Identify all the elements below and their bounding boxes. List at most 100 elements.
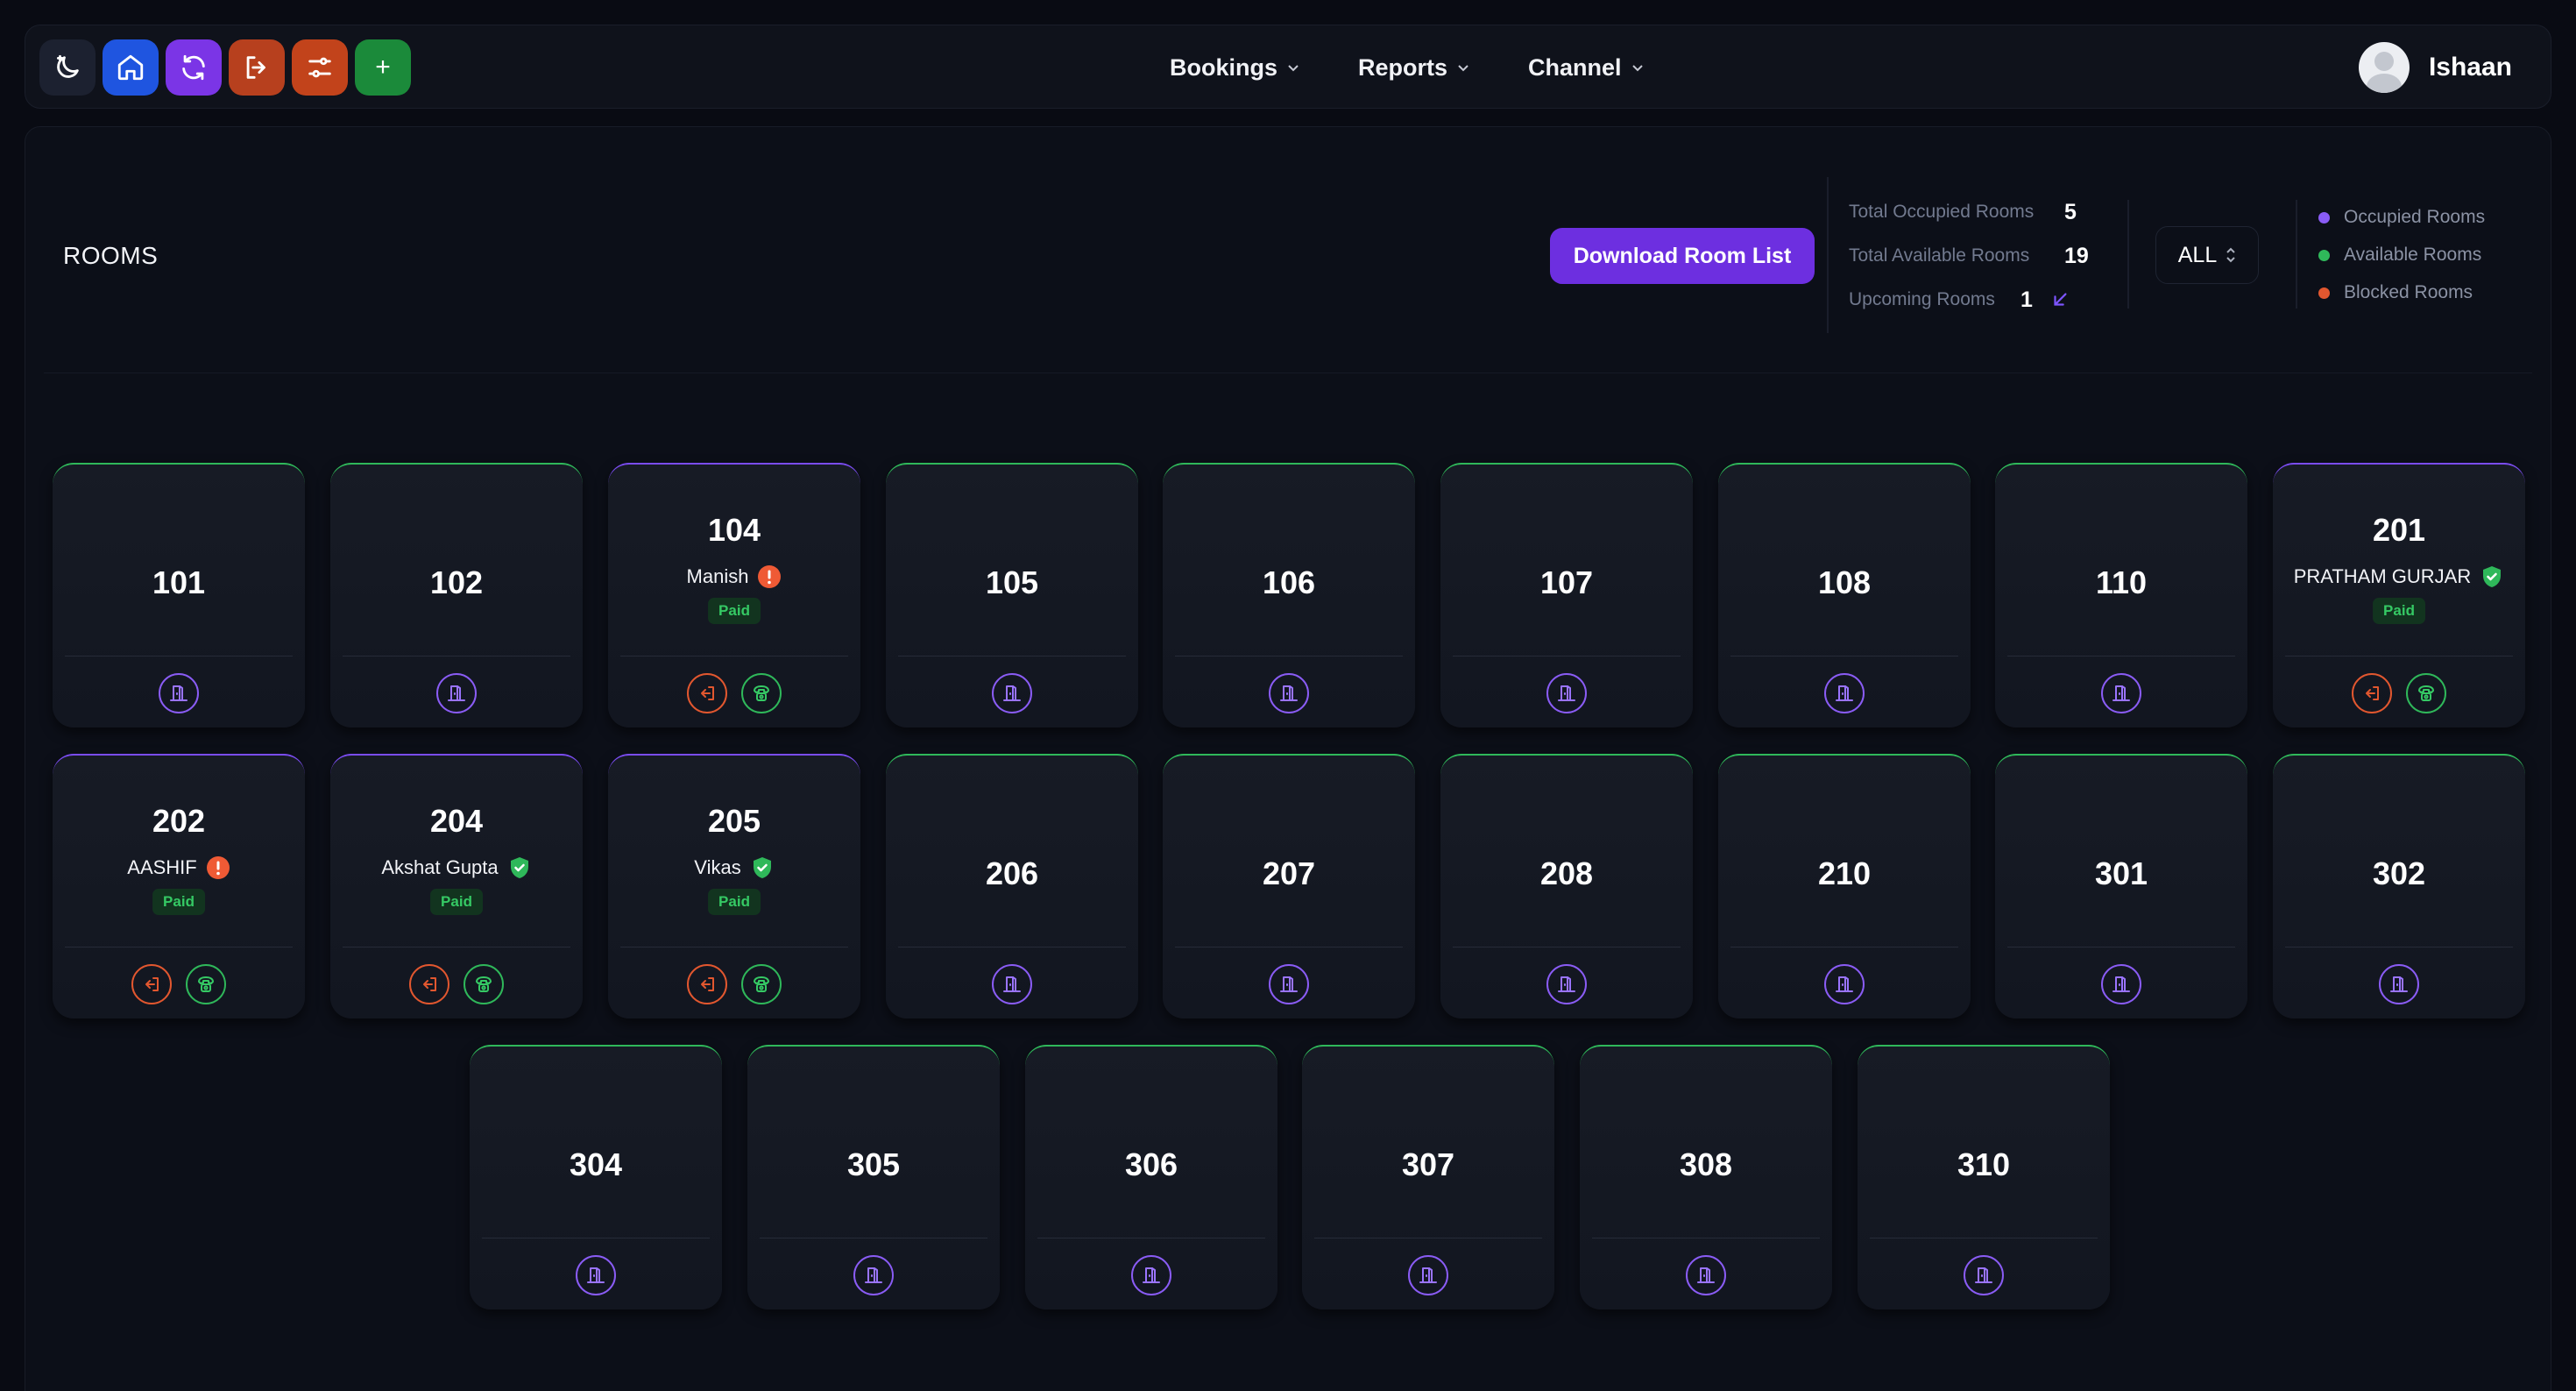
- room-card-202[interactable]: 202 AASHIF Paid: [53, 754, 305, 1018]
- legend-blocked: Blocked Rooms: [2318, 282, 2473, 303]
- room-card-305[interactable]: 305: [747, 1045, 1000, 1309]
- room-filter-select[interactable]: ALL: [2155, 226, 2259, 284]
- room-card-306[interactable]: 306: [1025, 1045, 1277, 1309]
- book-room-button[interactable]: [436, 673, 477, 713]
- book-room-button[interactable]: [2101, 673, 2141, 713]
- logout-button[interactable]: [229, 39, 285, 96]
- contact-guest-button[interactable]: [464, 964, 504, 1004]
- room-actions: [608, 964, 860, 1004]
- room-card-106[interactable]: 106: [1163, 463, 1415, 727]
- refresh-icon: [182, 54, 205, 81]
- book-room-button[interactable]: [853, 1255, 894, 1295]
- contact-guest-button[interactable]: [741, 964, 782, 1004]
- book-room-button[interactable]: [1546, 964, 1587, 1004]
- filter-settings-button[interactable]: [292, 39, 348, 96]
- book-room-button[interactable]: [1269, 673, 1309, 713]
- legend-dot-blocked: [2318, 287, 2330, 299]
- contact-guest-button[interactable]: [186, 964, 226, 1004]
- room-filter-value: ALL: [2177, 242, 2218, 267]
- book-room-button[interactable]: [1824, 964, 1865, 1004]
- book-room-button[interactable]: [1964, 1255, 2004, 1295]
- contact-guest-button[interactable]: [741, 673, 782, 713]
- checkout-button[interactable]: [687, 673, 727, 713]
- home-button[interactable]: [103, 39, 159, 96]
- room-card-201[interactable]: 201 PRATHAM GURJAR Paid: [2273, 463, 2525, 727]
- payment-status-badge: Paid: [152, 889, 205, 915]
- book-room-button[interactable]: [992, 964, 1032, 1004]
- room-number: 302: [2372, 855, 2426, 891]
- room-card-208[interactable]: 208: [1440, 754, 1693, 1018]
- checkout-button[interactable]: [2352, 673, 2392, 713]
- theme-toggle-button[interactable]: [39, 39, 96, 96]
- menu-channel[interactable]: Channel: [1528, 54, 1645, 82]
- book-room-button[interactable]: [1408, 1255, 1448, 1295]
- room-actions: [1440, 673, 1693, 713]
- menu-reports-label: Reports: [1358, 53, 1448, 81]
- room-card-107[interactable]: 107: [1440, 463, 1693, 727]
- room-number: 106: [1262, 564, 1316, 600]
- user-menu[interactable]: Ishaan: [2358, 39, 2512, 96]
- menu-bookings[interactable]: Bookings: [1170, 54, 1300, 82]
- book-room-button[interactable]: [1131, 1255, 1171, 1295]
- stat-upcoming-label: Upcoming Rooms: [1849, 289, 1995, 309]
- room-card-301[interactable]: 301: [1995, 754, 2247, 1018]
- room-actions: [53, 964, 305, 1004]
- book-room-button[interactable]: [1546, 673, 1587, 713]
- stat-occupied-label: Total Occupied Rooms: [1849, 202, 2035, 222]
- room-card-104[interactable]: 104 Manish Paid: [608, 463, 860, 727]
- room-card-108[interactable]: 108: [1718, 463, 1971, 727]
- room-card-204[interactable]: 204 Akshat Gupta Paid: [330, 754, 583, 1018]
- room-card-307[interactable]: 307: [1302, 1045, 1554, 1309]
- room-card-205[interactable]: 205 Vikas Paid: [608, 754, 860, 1018]
- room-number: 308: [1679, 1146, 1733, 1182]
- avatar[interactable]: [2358, 42, 2410, 93]
- checkout-button[interactable]: [409, 964, 449, 1004]
- room-actions: [1302, 1255, 1554, 1295]
- room-actions: [1995, 673, 2247, 713]
- room-card-206[interactable]: 206: [886, 754, 1138, 1018]
- door-icon: [1836, 685, 1853, 701]
- book-room-button[interactable]: [2101, 964, 2141, 1004]
- plus-icon: +: [375, 53, 391, 82]
- room-card-102[interactable]: 102: [330, 463, 583, 727]
- room-number: 101: [152, 564, 206, 600]
- room-card-101[interactable]: 101: [53, 463, 305, 727]
- download-room-list-button[interactable]: Download Room List: [1550, 228, 1815, 284]
- main-menu: Bookings Reports Channel: [1170, 25, 1645, 110]
- shield-check-icon: [510, 857, 528, 878]
- room-card-304[interactable]: 304: [470, 1045, 722, 1309]
- stat-available: Total Available Rooms 19: [1849, 238, 2089, 273]
- book-room-button[interactable]: [1269, 964, 1309, 1004]
- home-icon: [117, 54, 144, 81]
- guest-info: Akshat Gupta: [330, 855, 583, 880]
- room-card-308[interactable]: 308: [1580, 1045, 1832, 1309]
- room-card-210[interactable]: 210: [1718, 754, 1971, 1018]
- book-room-button[interactable]: [2379, 964, 2419, 1004]
- room-card-110[interactable]: 110: [1995, 463, 2247, 727]
- room-card-310[interactable]: 310: [1858, 1045, 2110, 1309]
- menu-reports[interactable]: Reports: [1358, 54, 1470, 82]
- checkout-button[interactable]: [131, 964, 172, 1004]
- door-icon: [1003, 685, 1021, 701]
- room-actions: [330, 964, 583, 1004]
- door-icon: [865, 1267, 882, 1283]
- arrow-down-left-icon[interactable]: [2050, 290, 2070, 309]
- refresh-button[interactable]: [166, 39, 222, 96]
- contact-guest-button[interactable]: [2406, 673, 2446, 713]
- book-room-button[interactable]: [1686, 1255, 1726, 1295]
- room-number: 204: [429, 803, 484, 839]
- divider: [2127, 200, 2129, 309]
- room-number: 108: [1817, 564, 1872, 600]
- stat-upcoming[interactable]: Upcoming Rooms 1: [1849, 282, 2070, 317]
- room-card-302[interactable]: 302: [2273, 754, 2525, 1018]
- add-button[interactable]: +: [355, 39, 411, 96]
- book-room-button[interactable]: [576, 1255, 616, 1295]
- book-room-button[interactable]: [159, 673, 199, 713]
- room-card-207[interactable]: 207: [1163, 754, 1415, 1018]
- book-room-button[interactable]: [1824, 673, 1865, 713]
- menu-channel-label: Channel: [1528, 53, 1622, 81]
- checkout-button[interactable]: [687, 964, 727, 1004]
- room-number: 104: [707, 512, 761, 548]
- book-room-button[interactable]: [992, 673, 1032, 713]
- room-card-105[interactable]: 105: [886, 463, 1138, 727]
